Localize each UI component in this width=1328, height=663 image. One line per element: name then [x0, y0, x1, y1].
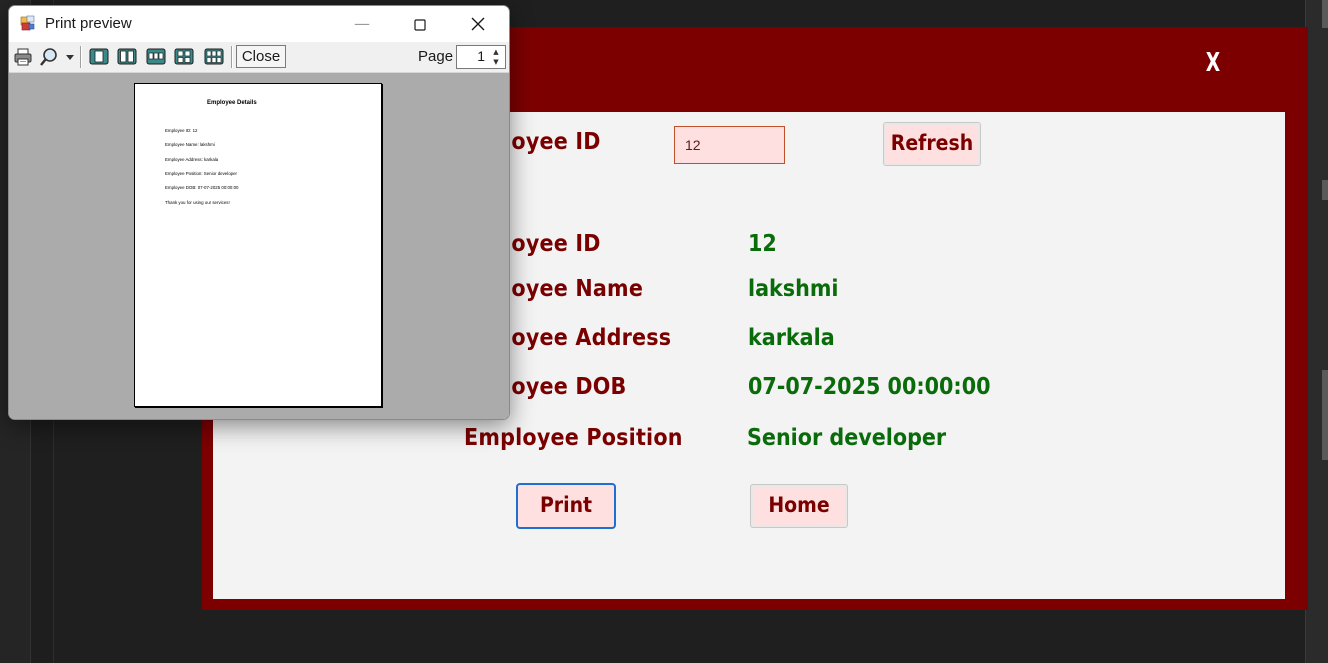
one-page-icon[interactable]: [88, 46, 110, 68]
scroll-mark: [1322, 370, 1328, 460]
page-label: Page: [418, 48, 454, 65]
zoom-icon[interactable]: [38, 46, 78, 68]
document-line: Thank you for using our services!: [165, 200, 230, 205]
document-line: Employee Position: Senior developer: [165, 171, 237, 176]
document-heading: Employee Details: [207, 100, 257, 106]
app-icon: [20, 15, 35, 31]
field-label-employee-position: Employee Position: [464, 425, 683, 451]
page-up-button[interactable]: ▲: [488, 47, 504, 57]
field-value-employee-dob: 07-07-2025 00:00:00: [748, 374, 991, 400]
minimize-button[interactable]: —: [339, 6, 385, 42]
three-pages-icon[interactable]: [145, 46, 167, 68]
field-value-employee-name: lakshmi: [748, 276, 839, 302]
six-pages-icon[interactable]: [203, 46, 225, 68]
close-window-button[interactable]: X: [1204, 45, 1222, 81]
close-icon: [471, 17, 485, 31]
toolbar-separator: [231, 46, 233, 68]
home-button[interactable]: Home: [750, 484, 848, 528]
page-down-button[interactable]: ▼: [488, 57, 504, 67]
ide-scrollbar[interactable]: [1305, 0, 1328, 663]
printer-icon[interactable]: [12, 46, 34, 68]
field-value-employee-id: 12: [748, 231, 777, 257]
document-line: Employee ID: 12: [165, 128, 198, 133]
chevron-down-icon: [66, 55, 74, 60]
print-preview-dialog: Print preview — Close Page 1 ▲ ▼ Employe…: [8, 5, 510, 420]
scroll-mark: [1322, 180, 1328, 200]
document-line: Employee Address: karkala: [165, 157, 219, 162]
dialog-close-button[interactable]: [455, 6, 501, 42]
field-value-employee-position: Senior developer: [747, 425, 947, 451]
scroll-mark: [1322, 0, 1328, 28]
preview-page: Employee Details Employee ID: 12 Employe…: [134, 83, 382, 407]
employee-id-input[interactable]: 12: [674, 126, 785, 164]
print-preview-titlebar: Print preview —: [9, 6, 509, 42]
maximize-button[interactable]: [397, 6, 443, 42]
document-line: Employee Name: lakshmi: [165, 142, 215, 147]
four-pages-icon[interactable]: [173, 46, 195, 68]
print-button[interactable]: Print: [517, 484, 615, 528]
print-preview-toolbar: Close Page 1 ▲ ▼: [9, 42, 509, 73]
field-value-employee-address: karkala: [748, 325, 835, 351]
refresh-button[interactable]: Refresh: [883, 122, 981, 166]
preview-area[interactable]: Employee Details Employee ID: 12 Employe…: [9, 73, 509, 419]
dialog-title: Print preview: [45, 15, 132, 32]
preview-close-button[interactable]: Close: [236, 45, 286, 68]
document-line: Employee DOB: 07-07-2025 00:00:00: [165, 185, 239, 190]
page-number-value[interactable]: 1: [477, 48, 485, 64]
maximize-icon: [414, 18, 426, 31]
two-pages-icon[interactable]: [116, 46, 138, 68]
page-number-stepper[interactable]: 1 ▲ ▼: [456, 45, 506, 69]
toolbar-separator: [80, 46, 82, 68]
